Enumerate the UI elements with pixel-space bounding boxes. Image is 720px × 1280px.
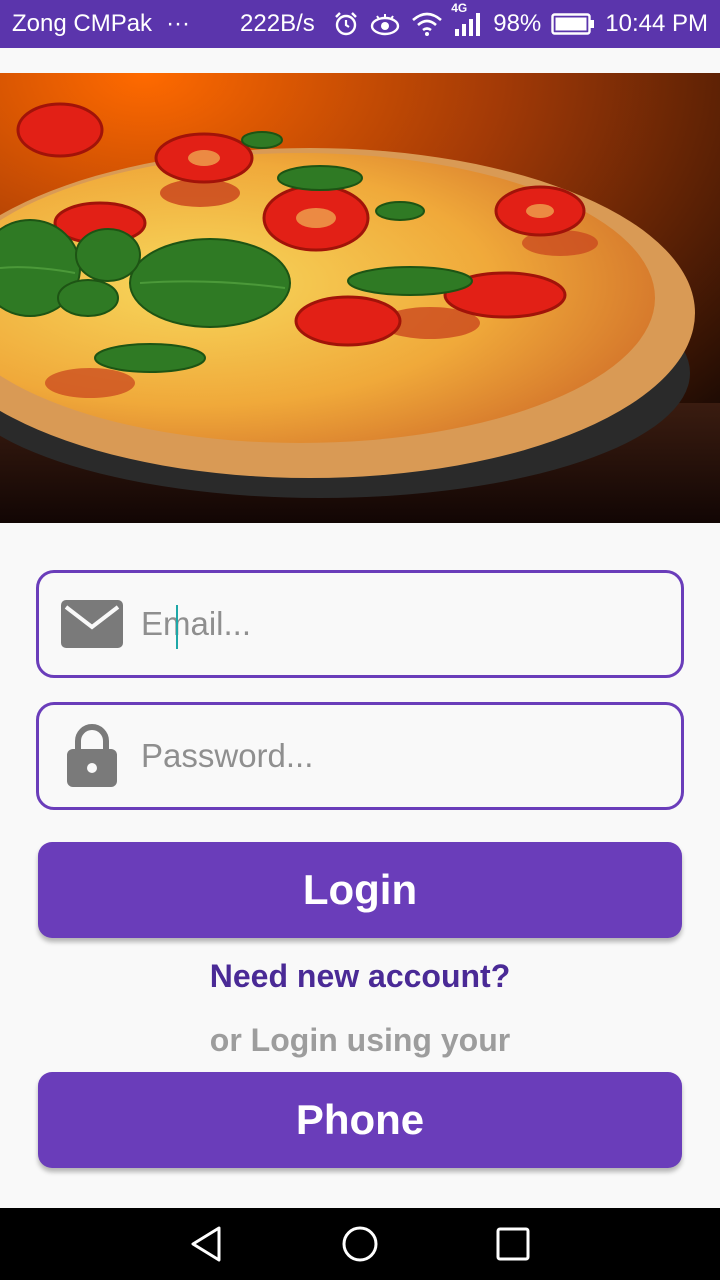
carrier-name: Zong CMPak — [12, 10, 153, 37]
text-cursor — [176, 605, 178, 649]
recents-icon[interactable] — [483, 1214, 543, 1274]
pizza-hero-image — [0, 73, 720, 523]
back-icon[interactable] — [177, 1214, 237, 1274]
alt-login-caption: or Login using your — [209, 1022, 511, 1058]
signal-icon: 4G — [451, 1, 483, 37]
email-field[interactable] — [36, 570, 684, 678]
clock-time: 10:44 PM — [605, 10, 708, 37]
network-speed: 222B/s — [240, 10, 315, 37]
system-nav-bar — [0, 1208, 720, 1280]
eye-icon — [369, 11, 401, 37]
status-bar: Zong CMPak ··· 222B/s 4G 98% 10:44 PM — [0, 0, 720, 48]
password-input[interactable] — [125, 705, 681, 807]
battery-percent: 98% — [493, 10, 542, 37]
mail-icon — [59, 591, 125, 657]
login-button[interactable]: Login — [38, 842, 682, 938]
home-icon[interactable] — [330, 1214, 390, 1274]
wifi-icon — [411, 11, 443, 37]
email-input[interactable] — [125, 573, 681, 675]
need-new-account-link[interactable]: Need new account? — [0, 958, 720, 995]
password-field[interactable] — [36, 702, 684, 810]
battery-icon — [551, 12, 595, 36]
phone-login-button[interactable]: Phone — [38, 1072, 682, 1168]
more-notifications-indicator: ··· — [166, 10, 191, 37]
network-type-label: 4G — [451, 1, 468, 15]
lock-icon — [59, 723, 125, 789]
alarm-icon — [333, 11, 359, 37]
